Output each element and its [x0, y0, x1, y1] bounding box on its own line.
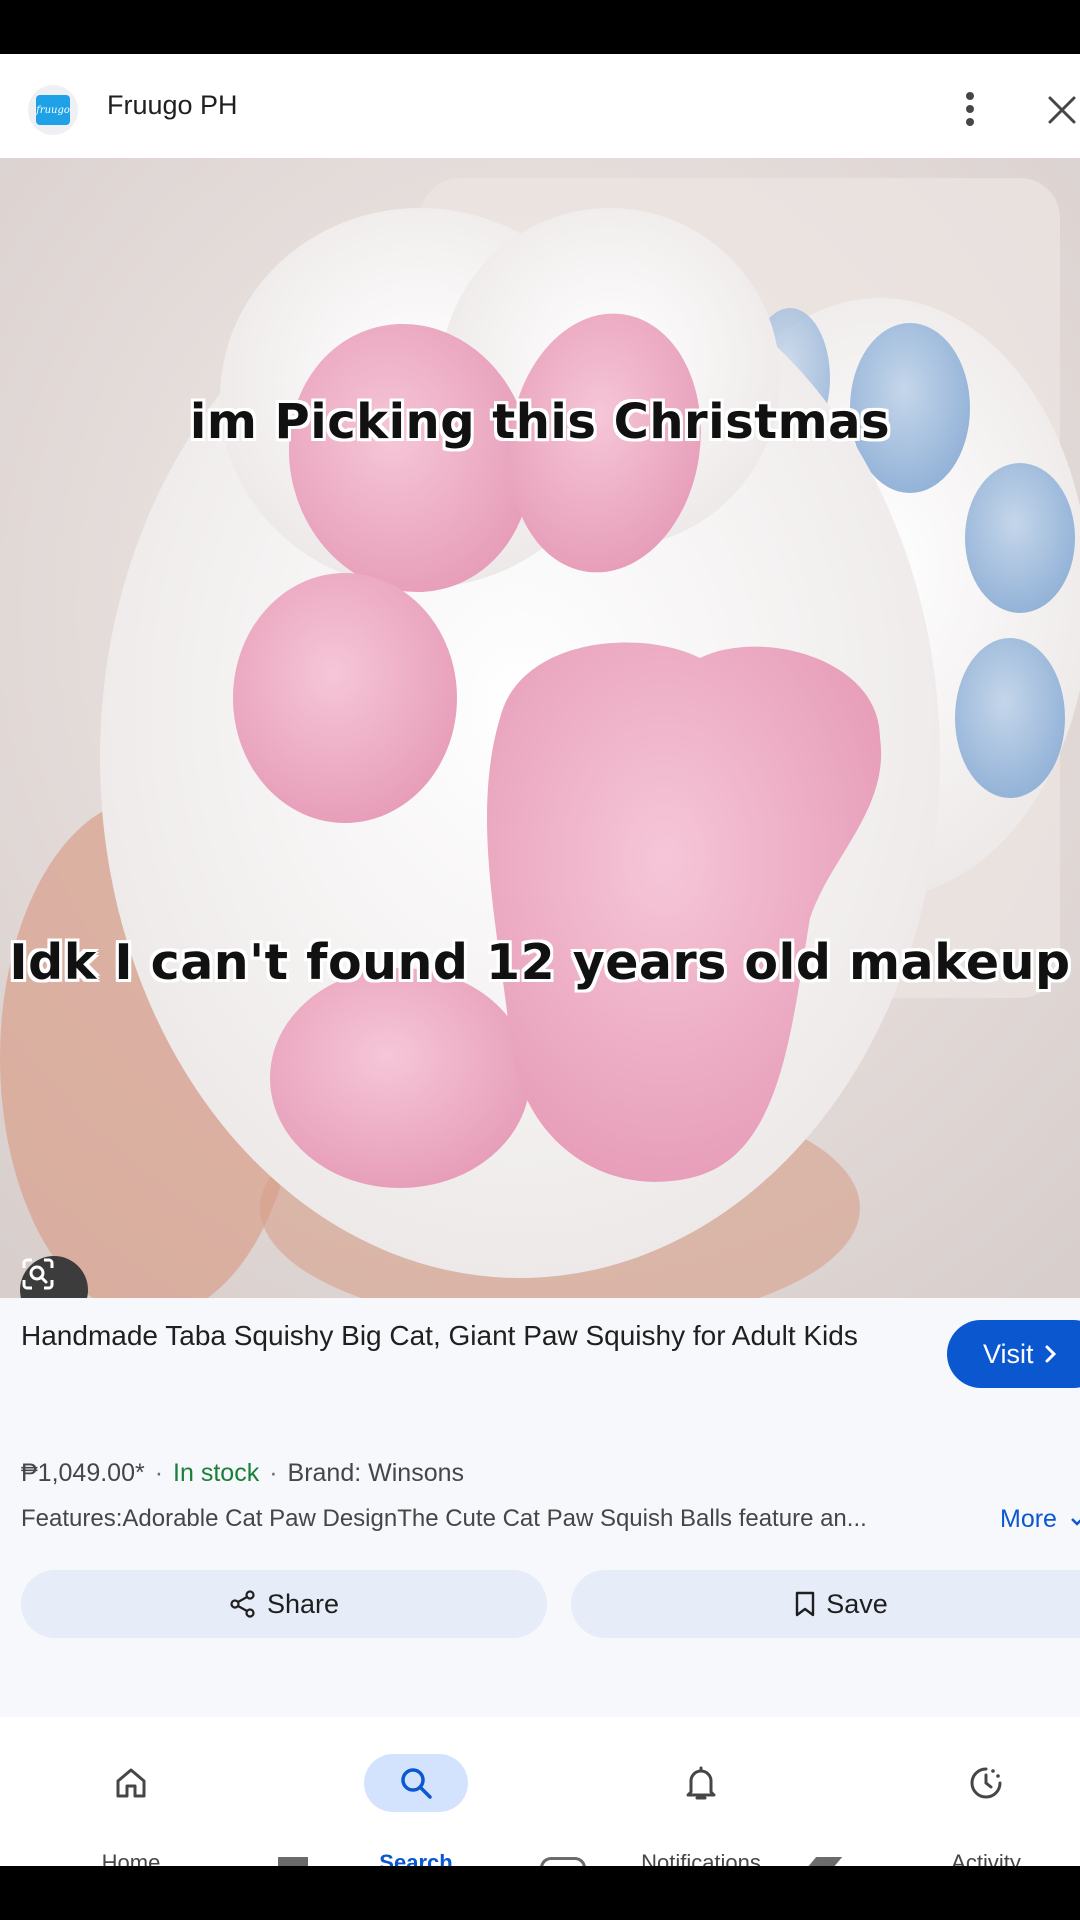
bell-icon — [686, 1766, 716, 1800]
separator-dot: · — [154, 1459, 164, 1487]
bottom-navigation: Home Search Notifications Activity — [0, 1717, 1080, 1866]
price: ₱1,049.00* — [21, 1459, 145, 1487]
share-label: Share — [266, 1588, 340, 1619]
availability: In stock — [173, 1459, 260, 1487]
search-icon — [401, 1768, 432, 1799]
product-meta: ₱1,049.00* · In stock · Brand: Winsons — [21, 1459, 464, 1488]
nav-notifications-pill — [649, 1754, 753, 1812]
nav-activity-label: Activity — [951, 1850, 1021, 1866]
close-icon — [1048, 96, 1076, 124]
system-home-indicator — [540, 1857, 586, 1866]
close-button[interactable] — [1040, 88, 1080, 132]
nav-activity[interactable]: Activity — [886, 1717, 1080, 1866]
visit-label: Visit — [983, 1338, 1034, 1369]
nav-activity-pill — [934, 1754, 1038, 1812]
activity-icon — [970, 1767, 1002, 1799]
product-image[interactable]: im Picking this Christmas Idk I can't fo… — [0, 158, 1080, 1298]
site-header: fruugo Fruugo PH — [0, 54, 1080, 158]
visit-button[interactable]: Visit — [947, 1320, 1080, 1388]
caption-top: im Picking this Christmas — [189, 394, 891, 450]
nav-home-label: Home — [101, 1850, 161, 1866]
system-back-indicator — [278, 1857, 308, 1866]
share-button[interactable]: Share — [21, 1570, 547, 1638]
home-icon — [116, 1768, 146, 1798]
nav-home-pill — [79, 1754, 183, 1812]
site-name[interactable]: Fruugo PH — [107, 90, 238, 121]
brand: Brand: Winsons — [287, 1459, 464, 1487]
nav-notifications-label: Notifications — [641, 1850, 761, 1866]
separator-dot: · — [269, 1459, 278, 1487]
caption-bottom: Idk I can't found 12 years old makeup — [9, 934, 1071, 991]
fruugo-logo-icon: fruugo — [36, 95, 70, 125]
more-vert-icon — [966, 92, 974, 126]
nav-search-label: Search — [379, 1850, 453, 1866]
site-logo[interactable]: fruugo — [28, 85, 78, 135]
nav-search-pill — [364, 1754, 468, 1812]
bookmark-icon — [796, 1591, 815, 1617]
logo-text: fruugo — [36, 104, 70, 116]
save-label: Save — [826, 1588, 888, 1619]
share-icon — [230, 1590, 255, 1618]
features-text: Features:Adorable Cat Paw DesignThe Cute… — [21, 1505, 867, 1532]
nav-search[interactable]: Search — [316, 1717, 516, 1866]
cat-paw-photo — [0, 158, 1080, 1298]
more-options-button[interactable] — [952, 84, 988, 134]
screen: fruugo Fruugo PH im Picking this Christm… — [0, 54, 1080, 1866]
chevron-down-icon — [1071, 1518, 1080, 1526]
save-button[interactable]: Save — [571, 1570, 1080, 1638]
nav-home[interactable]: Home — [31, 1717, 231, 1866]
more-link[interactable]: More — [1000, 1505, 1080, 1534]
lens-search-icon — [22, 1258, 54, 1290]
chevron-right-icon — [1045, 1345, 1056, 1363]
more-label: More — [1000, 1505, 1057, 1533]
product-title[interactable]: Handmade Taba Squishy Big Cat, Giant Paw… — [21, 1316, 921, 1355]
nav-notifications[interactable]: Notifications — [601, 1717, 801, 1866]
